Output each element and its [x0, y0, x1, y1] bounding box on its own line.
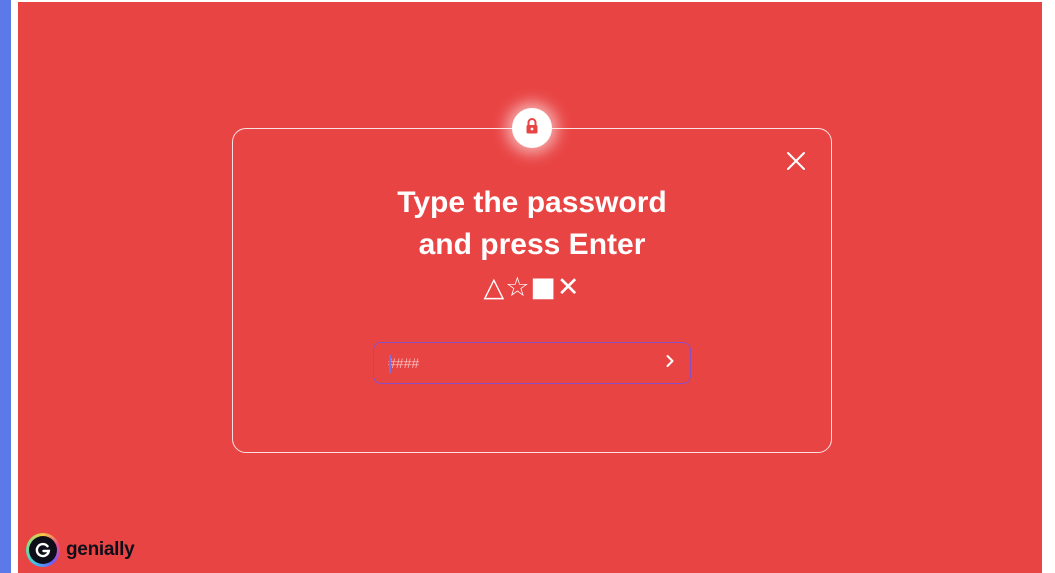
password-input[interactable] [374, 343, 650, 383]
genially-brand[interactable]: genially [26, 533, 135, 567]
password-hint-symbols: △☆■✕ [483, 272, 581, 303]
submit-button[interactable] [650, 343, 690, 383]
brand-name: genially [66, 539, 135, 560]
genially-logo-icon [26, 533, 60, 567]
lock-icon [525, 117, 539, 139]
password-field-container [373, 342, 691, 384]
close-icon [786, 151, 806, 176]
presentation-stage: Type the password and press Enter △☆■✕ #… [18, 2, 1042, 573]
close-button[interactable] [784, 151, 808, 175]
dialog-title-line2: and press Enter [418, 228, 646, 261]
lock-badge [512, 108, 552, 148]
text-caret [389, 355, 391, 373]
dialog-title-line1: Type the password [397, 186, 667, 219]
dialog-title: Type the password and press Enter [232, 182, 832, 266]
left-edge-bar [0, 0, 11, 573]
chevron-right-icon [665, 354, 675, 373]
page-frame: Type the password and press Enter △☆■✕ #… [0, 0, 1055, 573]
